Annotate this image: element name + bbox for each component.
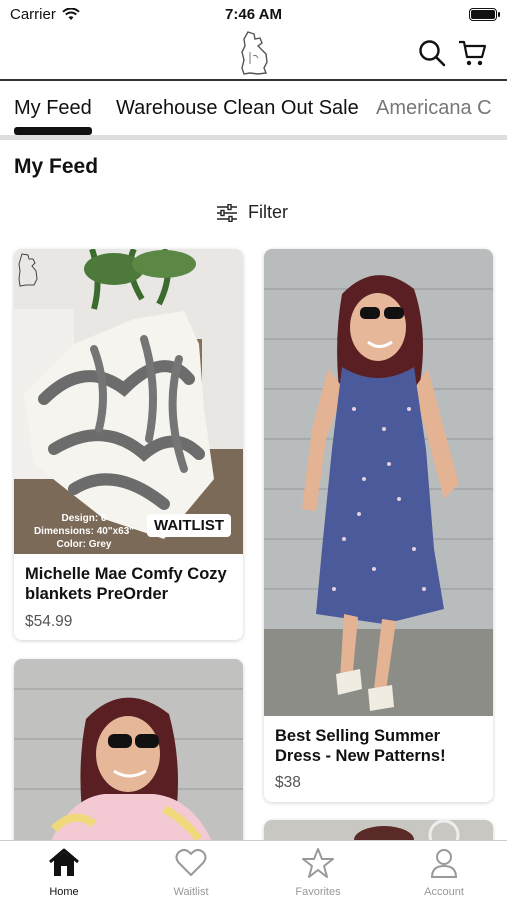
app-header [0, 28, 507, 80]
heart-icon [175, 848, 207, 876]
nav-favorites-label: Favorites [295, 886, 341, 898]
overlay-line-dimensions: Dimensions: 40"x63" [33, 526, 135, 537]
nav-account-label: Account [424, 886, 464, 898]
status-bar: Carrier 7:46 AM [0, 0, 507, 28]
overlay-line-color: Color: Grey [56, 539, 112, 550]
product-price: $38 [275, 774, 301, 791]
product-image-overlay: Design: 6 Dimensions: 40"x63" Color: Gre… [14, 512, 154, 551]
nav-waitlist[interactable]: Waitlist [141, 847, 241, 898]
status-time: 7:46 AM [225, 5, 282, 23]
tab-warehouse-clean-out-sale[interactable]: Warehouse Clean Out Sale [116, 97, 359, 120]
nav-home-label: Home [49, 886, 79, 898]
product-card[interactable]: Best Selling Summer Dress - New Patterns… [264, 249, 493, 802]
product-image-top [14, 659, 243, 859]
star-icon [302, 848, 334, 878]
nav-favorites[interactable]: Favorites [268, 847, 368, 898]
filter-label: Filter [248, 202, 288, 222]
tabs-divider [0, 135, 507, 140]
product-card[interactable]: Design: 6 Dimensions: 40"x63" Color: Gre… [14, 249, 243, 640]
tab-my-feed[interactable]: My Feed [14, 97, 92, 120]
page-title: My Feed [14, 155, 99, 178]
overlay-line-design: Design: 6 [61, 513, 107, 524]
nav-waitlist-label: Waitlist [173, 886, 209, 898]
product-card[interactable] [14, 659, 243, 859]
product-image-dress [264, 249, 493, 716]
product-title: Best Selling Summer Dress - New Patterns… [275, 727, 446, 765]
home-icon [49, 848, 79, 876]
michigan-logo[interactable] [236, 30, 272, 76]
category-tabs: My Feed Warehouse Clean Out Sale America… [0, 81, 507, 137]
person-icon [430, 849, 458, 878]
product-title: Michelle Mae Comfy Cozy blankets PreOrde… [25, 565, 227, 603]
search-icon[interactable] [417, 38, 447, 68]
bottom-nav: Home Waitlist Favorites Account [0, 840, 507, 900]
nav-account[interactable]: Account [394, 847, 494, 898]
sliders-icon [217, 203, 237, 222]
active-tab-indicator [14, 127, 92, 135]
waitlist-badge: WAITLIST [147, 514, 231, 537]
tab-americana[interactable]: Americana C [376, 97, 492, 120]
product-price: $54.99 [25, 613, 73, 630]
nav-home[interactable]: Home [14, 847, 114, 898]
product-image-blanket [14, 249, 243, 554]
filter-button[interactable]: Filter [216, 202, 288, 223]
battery-icon [469, 8, 500, 21]
cart-icon[interactable] [457, 38, 487, 68]
